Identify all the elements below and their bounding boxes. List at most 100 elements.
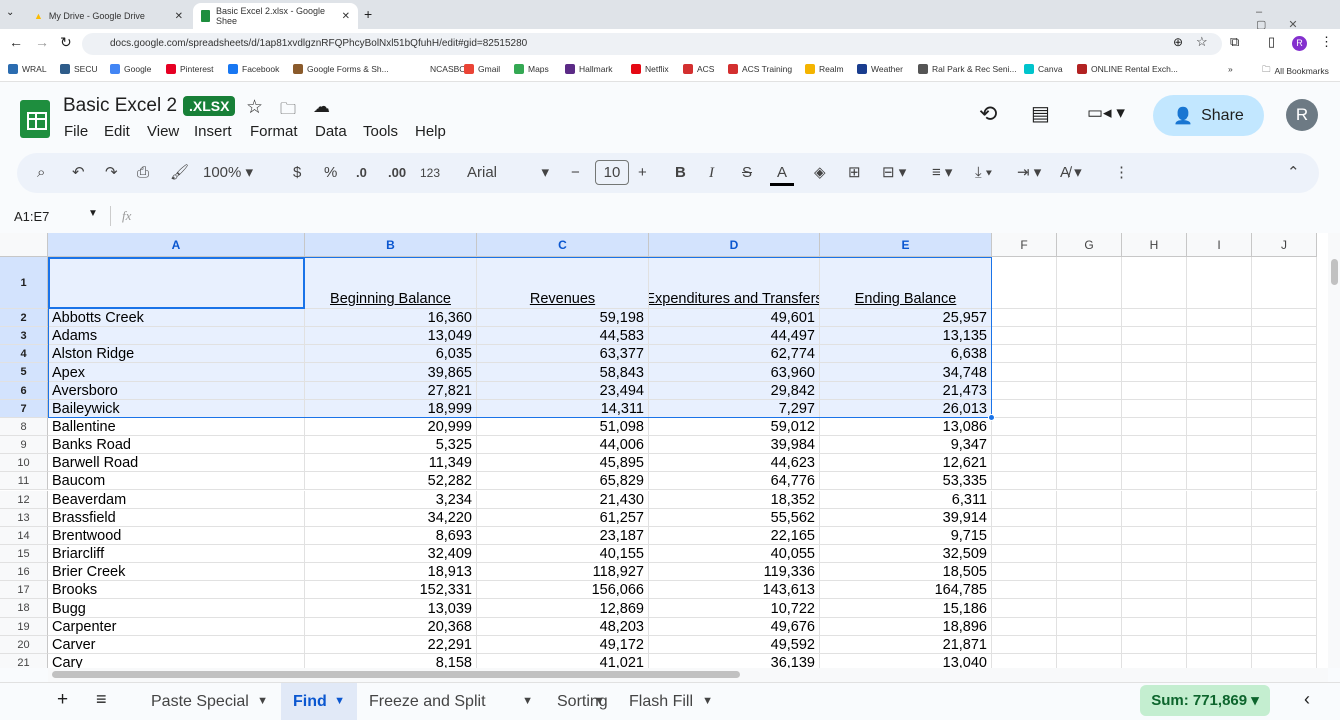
cell[interactable]: 6,638 — [820, 345, 992, 364]
name-box[interactable]: A1:E7 — [14, 209, 49, 224]
cell[interactable] — [1187, 327, 1252, 346]
horizontal-scrollbar[interactable] — [48, 668, 1328, 682]
cell[interactable]: 15,186 — [820, 599, 992, 618]
column-header-f[interactable]: F — [992, 233, 1057, 257]
cell[interactable] — [1252, 454, 1317, 473]
cell[interactable]: 58,843 — [477, 363, 649, 382]
print-icon[interactable]: ⎙ — [137, 163, 149, 183]
column-header-g[interactable]: G — [1057, 233, 1122, 257]
row-header[interactable]: 9 — [0, 436, 48, 455]
percent-button[interactable]: % — [324, 163, 337, 183]
cell[interactable]: Adams — [48, 327, 305, 346]
cell[interactable]: Baucom — [48, 472, 305, 491]
cell[interactable] — [1187, 381, 1252, 400]
row-header[interactable]: 13 — [0, 508, 48, 527]
cell[interactable]: Ballentine — [48, 417, 305, 437]
cell[interactable]: 29,842 — [649, 381, 820, 400]
cell[interactable] — [1187, 599, 1252, 618]
cell[interactable] — [1187, 436, 1252, 455]
document-title[interactable]: Basic Excel 2 — [63, 95, 177, 117]
cell[interactable] — [1122, 490, 1187, 509]
cell[interactable]: Baileywick — [48, 399, 305, 418]
text-wrap-icon[interactable]: ⇥ ▾ — [1017, 163, 1041, 183]
cell[interactable]: 64,776 — [649, 472, 820, 491]
cell[interactable] — [1057, 490, 1122, 509]
menu-view[interactable]: View — [147, 123, 179, 140]
star-icon[interactable]: ☆ — [246, 96, 263, 119]
row-header[interactable]: 18 — [0, 599, 48, 618]
cell[interactable] — [1187, 617, 1252, 636]
cell[interactable]: 27,821 — [305, 381, 477, 400]
cell[interactable] — [1252, 327, 1317, 346]
cell[interactable]: 18,352 — [649, 490, 820, 509]
cell[interactable]: Briarcliff — [48, 544, 305, 564]
cell[interactable] — [992, 363, 1057, 382]
sheet-menu-chevron-icon[interactable]: ▼ — [594, 683, 605, 720]
cell[interactable] — [1187, 508, 1252, 527]
cell[interactable]: 23,494 — [477, 381, 649, 400]
cell[interactable] — [1057, 653, 1122, 668]
row-header[interactable]: 10 — [0, 454, 48, 473]
collapse-toolbar-icon[interactable]: ⌃ — [1287, 163, 1300, 183]
cell[interactable]: 6,311 — [820, 490, 992, 509]
cell[interactable] — [1252, 526, 1317, 545]
cell[interactable]: 156,066 — [477, 581, 649, 600]
bookmark-item[interactable]: Ral Park & Rec Seni... — [918, 64, 1017, 74]
cell[interactable] — [1187, 526, 1252, 545]
share-button[interactable]: 👤 Share — [1153, 95, 1264, 136]
close-tab-icon[interactable]: ✕ — [175, 11, 183, 22]
cell[interactable]: 13,039 — [305, 599, 477, 618]
row-header[interactable]: 16 — [0, 563, 48, 582]
bookmark-item[interactable]: Netflix — [631, 64, 669, 74]
sum-status-button[interactable]: Sum: 771,869 ▾ — [1140, 685, 1270, 716]
account-avatar[interactable]: R — [1286, 99, 1318, 131]
cell[interactable] — [1122, 563, 1187, 582]
cell[interactable]: 32,409 — [305, 544, 477, 564]
cell[interactable]: 13,135 — [820, 327, 992, 346]
cell[interactable]: 3,234 — [305, 490, 477, 509]
row-header[interactable]: 6 — [0, 381, 48, 400]
row-header[interactable]: 11 — [0, 472, 48, 491]
bookmark-star-icon[interactable]: ☆ — [1196, 34, 1208, 50]
cell[interactable]: 164,785 — [820, 581, 992, 600]
cell[interactable]: 36,139 — [649, 653, 820, 668]
cell[interactable] — [992, 327, 1057, 346]
comments-icon[interactable]: ▤ — [1031, 101, 1050, 126]
cell[interactable]: 10,722 — [649, 599, 820, 618]
cell[interactable] — [992, 472, 1057, 491]
zoom-icon[interactable]: ⊕ — [1173, 35, 1183, 49]
column-header-i[interactable]: I — [1187, 233, 1252, 257]
row-header[interactable]: 15 — [0, 544, 48, 564]
sheet-menu-chevron-icon[interactable]: ▼ — [257, 683, 268, 720]
cell[interactable] — [1122, 581, 1187, 600]
cell[interactable] — [992, 581, 1057, 600]
row-header[interactable]: 14 — [0, 526, 48, 545]
cell[interactable]: Brooks — [48, 581, 305, 600]
sheets-logo[interactable] — [20, 100, 50, 138]
cell[interactable]: 59,012 — [649, 417, 820, 437]
search-menus-icon[interactable]: ⌕ — [37, 163, 45, 183]
cell[interactable] — [1252, 581, 1317, 600]
sheet-tab[interactable]: Sorting ▼ — [545, 683, 617, 720]
increase-decimal-button[interactable]: .00 — [388, 163, 406, 183]
cell[interactable] — [1252, 309, 1317, 328]
forward-icon[interactable]: → — [35, 34, 49, 50]
cell[interactable] — [992, 417, 1057, 437]
cell[interactable] — [1187, 635, 1252, 654]
cell[interactable] — [992, 563, 1057, 582]
cell[interactable] — [1057, 327, 1122, 346]
version-history-icon[interactable]: ⟲ — [979, 101, 997, 127]
cell[interactable]: Aversboro — [48, 381, 305, 400]
column-header-e[interactable]: E — [820, 233, 992, 257]
vertical-align-icon[interactable]: ⤓ ▾ — [975, 163, 992, 183]
column-header-h[interactable]: H — [1122, 233, 1187, 257]
row-header[interactable]: 3 — [0, 327, 48, 346]
cell[interactable]: 63,377 — [477, 345, 649, 364]
menu-format[interactable]: Format — [250, 123, 298, 140]
more-bookmarks-icon[interactable]: » — [1228, 64, 1233, 74]
cell[interactable] — [1252, 417, 1317, 437]
row-header[interactable]: 8 — [0, 417, 48, 437]
sheet-tab[interactable]: Freeze and Split ▼ — [357, 683, 545, 720]
browser-tab-sheets[interactable]: Basic Excel 2.xlsx - Google Shee ✕ — [193, 3, 358, 29]
cell[interactable] — [1057, 581, 1122, 600]
